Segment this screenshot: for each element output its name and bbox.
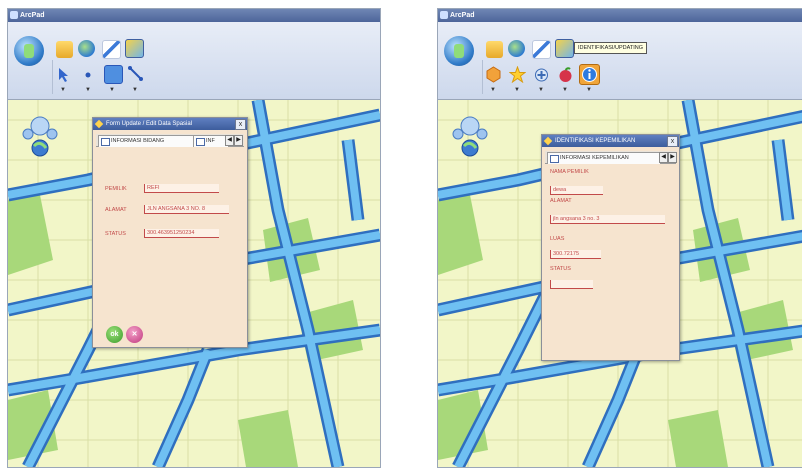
cancel-button[interactable]: ✕ [126,326,143,343]
identifikasi-dialog: IDENTIFIKASI KEPEMILIKAN x INFORMASI KEP… [541,134,680,361]
folder-icon[interactable] [56,41,73,58]
arcpad-app-icon [10,11,18,19]
tab-bar: INFORMASI BIDANG INF ◀ ▶ [96,134,244,147]
star-icon[interactable] [508,65,527,84]
tab-label: INFORMASI KEPEMILIKAN [560,155,629,161]
info-icon[interactable] [579,64,600,85]
folder-icon[interactable] [486,41,503,58]
form-update-dialog: Form Update / Edit Data Spasial x INFORM… [92,117,248,348]
status-label: STATUS [105,231,126,237]
alamat-label: ALAMAT [550,198,572,204]
globe-icon[interactable] [78,40,95,57]
scissors-pen-icon[interactable] [532,40,551,59]
pemilik-field[interactable]: REFI [144,184,219,193]
nama-pemilik-label: NAMA PEMILIK [550,169,589,175]
edit-map-icon[interactable] [125,39,144,58]
tab-prev-button[interactable]: ◀ [659,152,668,163]
dialog-app-icon [543,136,553,146]
right-app-window: ArcPad IDENTIFIKASI/UPDATING ▼ ▼ ▼ ▼ ▼ I… [437,8,802,468]
main-menu-orb-icon[interactable] [444,36,474,66]
alamat-field[interactable]: JLN ANGSANA 3 NO. 8 [144,205,229,214]
pan-navigation-icon[interactable] [20,112,60,158]
left-app-window: ArcPad ▼ ▼ ▼ ▼ Form Update / Edit Data S… [7,8,381,468]
dialog-app-icon [94,119,104,129]
left-title-bar: ArcPad [8,9,380,22]
pan-navigation-icon[interactable] [450,112,490,158]
right-window-title: ArcPad [450,12,475,19]
right-title-bar: ArcPad [438,9,802,22]
apple-icon[interactable] [557,66,574,83]
pemilik-label: PEMILIK [105,186,127,192]
dropdown-arrow-icon[interactable]: ▼ [538,87,544,93]
tab-next-button[interactable]: ▶ [234,135,243,146]
form-update-dialog-title-bar: Form Update / Edit Data Spasial [93,118,247,130]
tab-next-button[interactable]: ▶ [668,152,677,163]
tab-prev-button[interactable]: ◀ [225,135,234,146]
toolbar-separator [482,60,483,94]
luas-label: LUAS [550,236,565,242]
identifikasi-dialog-title-bar: IDENTIFIKASI KEPEMILIKAN [542,135,679,147]
tab-label: INFORMASI BIDANG [111,138,165,144]
table-icon[interactable] [104,65,123,84]
alamat-label: ALAMAT [105,207,127,213]
right-toolbar: IDENTIFIKASI/UPDATING ▼ ▼ ▼ ▼ ▼ [438,22,802,100]
left-toolbar: ▼ ▼ ▼ ▼ [8,22,380,100]
toolbar-separator [52,60,53,94]
dropdown-arrow-icon[interactable]: ▼ [490,87,496,93]
table-icon [196,138,205,146]
table-icon [550,155,559,163]
luas-field[interactable]: 300.72175 [550,250,601,259]
main-menu-orb-icon[interactable] [14,36,44,66]
nama-pemilik-field[interactable]: dewa [550,186,603,195]
tab-informasi-bidang[interactable]: INFORMASI BIDANG [98,135,204,147]
tab-informasi-kepemilikan[interactable]: INFORMASI KEPEMILIKAN [547,152,661,164]
left-window-title: ArcPad [20,12,45,19]
table-icon [101,138,110,146]
scissors-pen-icon[interactable] [102,40,121,59]
arcpad-app-icon [440,11,448,19]
identify-tooltip: IDENTIFIKASI/UPDATING [574,42,647,54]
identifikasi-dialog-title: IDENTIFIKASI KEPEMILIKAN [555,138,636,144]
dropdown-arrow-icon[interactable]: ▼ [60,87,66,93]
alamat-field[interactable]: jln angsana 3 no. 3 [550,215,665,224]
status-field[interactable] [550,280,593,289]
tab-inf[interactable]: INF [193,135,229,147]
identify-map-icon[interactable] [555,39,574,58]
line-tool-icon[interactable] [127,65,144,82]
tab-label: INF [206,138,215,144]
dropdown-arrow-icon[interactable]: ▼ [562,87,568,93]
close-button[interactable]: x [667,136,678,147]
close-button[interactable]: x [235,119,246,130]
globe-icon[interactable] [508,40,525,57]
status-label: STATUS [550,266,571,272]
status-field[interactable]: 300.463951250234 [144,229,219,238]
point-icon[interactable] [80,66,97,83]
dropdown-arrow-icon[interactable]: ▼ [132,87,138,93]
dropdown-arrow-icon[interactable]: ▼ [586,87,592,93]
dropdown-arrow-icon[interactable]: ▼ [109,87,115,93]
dropdown-arrow-icon[interactable]: ▼ [514,87,520,93]
ok-button[interactable]: ok [106,326,123,343]
tab-bar: INFORMASI KEPEMILIKAN ◀ ▶ [545,151,677,164]
form-update-dialog-title: Form Update / Edit Data Spasial [106,121,193,127]
hexagon-icon[interactable] [485,66,502,83]
add-layer-icon[interactable] [533,66,550,83]
select-arrow-icon[interactable] [55,66,72,83]
dropdown-arrow-icon[interactable]: ▼ [85,87,91,93]
